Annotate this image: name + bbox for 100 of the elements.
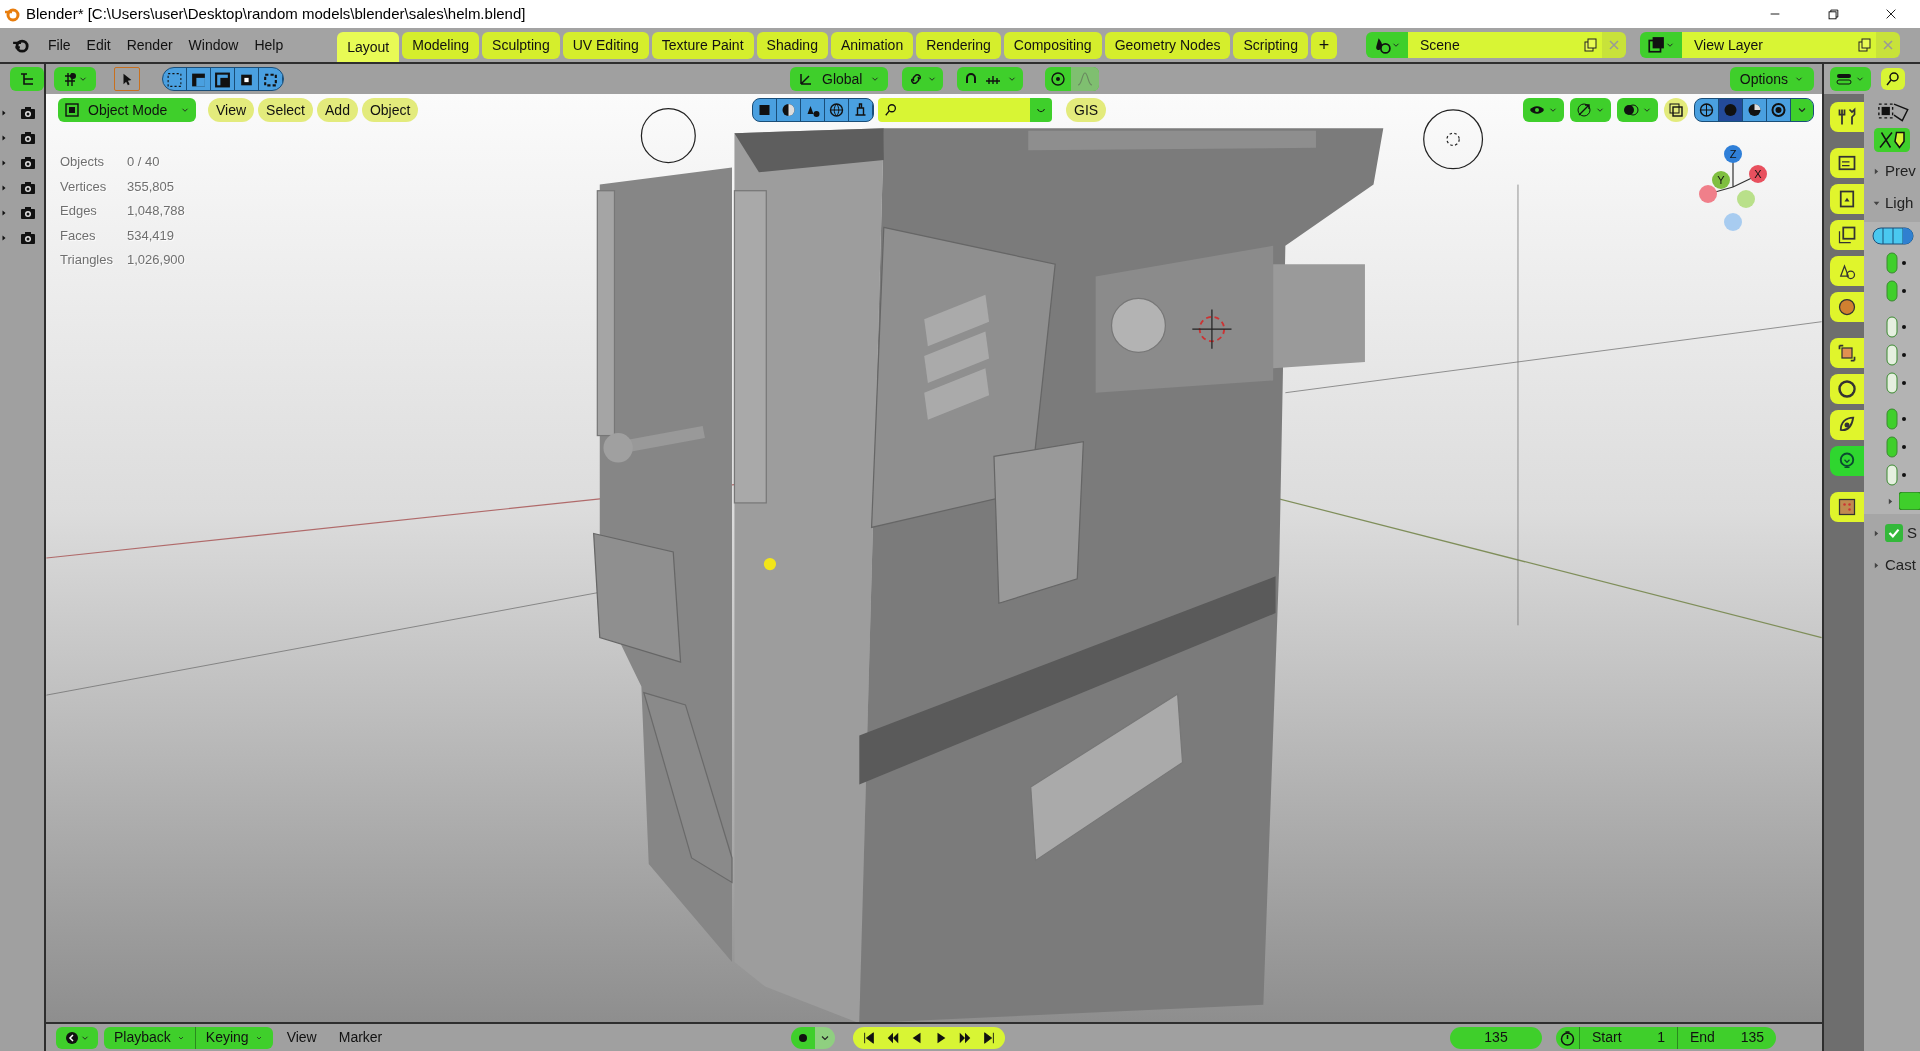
navigation-gizmo[interactable]: Z Y X	[1688, 142, 1778, 242]
properties-tab[interactable]	[1830, 184, 1864, 214]
selection-mode-toggle[interactable]	[162, 67, 284, 91]
collapsed-arrow-icon[interactable]	[1872, 166, 1881, 176]
properties-tab[interactable]	[1830, 292, 1864, 322]
properties-tab[interactable]	[1830, 410, 1864, 440]
collapsed-arrow-icon[interactable]	[1872, 528, 1881, 538]
panel-header[interactable]: S	[1907, 521, 1917, 545]
data-block-menu[interactable]	[1640, 32, 1682, 58]
properties-tab[interactable]	[1830, 374, 1864, 404]
camera-icon[interactable]	[20, 179, 36, 196]
panel-header[interactable]: Cast	[1885, 553, 1916, 577]
timeline-menu[interactable]: Keying	[195, 1026, 273, 1049]
workspace-tab[interactable]: Rendering	[916, 32, 1001, 59]
light-data-icon[interactable]	[1872, 128, 1912, 152]
camera-icon[interactable]	[20, 154, 36, 171]
pivot-point-dropdown[interactable]	[902, 67, 943, 91]
shading-mode-toggle[interactable]	[1694, 98, 1814, 122]
timeline-menu[interactable]: Playback	[104, 1026, 196, 1049]
camera-icon[interactable]	[20, 129, 36, 146]
object-type-filter[interactable]	[752, 98, 874, 122]
panel-header[interactable]: Ligh	[1885, 191, 1914, 215]
axis-handle[interactable]	[1724, 145, 1742, 163]
viewport-menu[interactable]: Select	[258, 98, 313, 122]
property-toggle-icon[interactable]	[1886, 252, 1908, 274]
editor-type-button[interactable]	[54, 67, 96, 91]
select-tool-button[interactable]	[114, 67, 140, 91]
editor-type-button[interactable]	[10, 67, 44, 91]
editor-type-button[interactable]	[1830, 67, 1871, 91]
camera-icon[interactable]	[20, 104, 36, 121]
workspace-tab[interactable]: Modeling	[402, 32, 480, 59]
scene-selector[interactable]: Scene	[1408, 32, 1578, 58]
viewport-menu[interactable]: View	[208, 98, 255, 122]
axis-handle[interactable]	[1724, 213, 1742, 231]
properties-tab[interactable]	[1830, 492, 1864, 522]
light-type-selector[interactable]	[1872, 226, 1916, 246]
axis-handle[interactable]	[1712, 171, 1730, 189]
transform-orientation-dropdown[interactable]: Global	[790, 67, 888, 91]
options-dropdown[interactable]: Options	[1729, 67, 1814, 91]
overlay-dropdown[interactable]	[1617, 98, 1658, 122]
x-ray-icon[interactable]	[1668, 102, 1684, 118]
menu-item[interactable]: Render	[118, 32, 181, 58]
viewport-menu[interactable]: Add	[317, 98, 358, 122]
timeline-menu[interactable]: Marker	[330, 1026, 391, 1049]
gizmo-dropdown[interactable]	[1570, 98, 1611, 122]
property-toggle-icon[interactable]	[1886, 344, 1908, 366]
properties-tab[interactable]	[1830, 446, 1864, 476]
editor-type-button[interactable]	[56, 1026, 98, 1049]
camera-icon[interactable]	[20, 229, 36, 246]
current-frame-field[interactable]: 135	[1450, 1026, 1542, 1049]
3d-viewport[interactable]: Object Mode View Select Add Object GIS Objects 0 / 40 Vertices 355,805 Edges 1,048,788 Faces 534,419 Triangles 1,026,900 Z Y X	[46, 94, 1822, 1022]
add-workspace-button[interactable]: +	[1310, 32, 1337, 59]
playback-controls[interactable]	[853, 1026, 1006, 1049]
menu-item[interactable]: Edit	[78, 32, 119, 58]
snapping-toggle[interactable]	[957, 67, 1023, 91]
collapsed-arrow-icon[interactable]	[1872, 560, 1881, 570]
proportional-editing-toggle[interactable]	[1045, 67, 1099, 91]
property-toggle-icon[interactable]	[1886, 408, 1908, 430]
view-layer-selector[interactable]: View Layer	[1682, 32, 1852, 58]
workspace-tab[interactable]: UV Editing	[562, 32, 649, 59]
workspace-tab[interactable]: Animation	[830, 32, 914, 59]
properties-tab[interactable]	[1830, 102, 1864, 132]
collapsed-arrow-icon[interactable]	[1886, 496, 1895, 506]
search-field[interactable]	[878, 98, 1030, 122]
axis-handle[interactable]	[1699, 185, 1717, 203]
camera-view-icon[interactable]	[640, 108, 696, 164]
property-toggle-icon[interactable]	[1886, 436, 1908, 458]
light-gizmo-icon[interactable]	[1423, 109, 1484, 170]
axis-handle[interactable]	[1737, 190, 1755, 208]
workspace-tab[interactable]: Compositing	[1003, 32, 1102, 59]
property-toggle-icon[interactable]	[1886, 316, 1908, 338]
search-icon[interactable]	[1884, 71, 1902, 87]
axis-handle[interactable]	[1749, 165, 1767, 183]
frame-range-field[interactable]: End 135	[1678, 1026, 1776, 1049]
color-swatch[interactable]	[1899, 492, 1920, 510]
frame-range-field[interactable]: Start 1	[1580, 1026, 1678, 1049]
mode-dropdown[interactable]: Object Mode	[58, 98, 196, 122]
gis-menu[interactable]: GIS	[1066, 98, 1107, 122]
property-toggle-icon[interactable]	[1886, 372, 1908, 394]
properties-tab[interactable]	[1830, 256, 1864, 286]
visibility-dropdown[interactable]	[1523, 98, 1564, 122]
workspace-tab[interactable]: Scripting	[1233, 32, 1308, 59]
checkbox[interactable]	[1885, 524, 1903, 542]
property-toggle-icon[interactable]	[1886, 280, 1908, 302]
properties-tab[interactable]	[1830, 148, 1864, 178]
workspace-tab[interactable]: Layout	[337, 32, 400, 62]
menu-item[interactable]: Help	[246, 32, 292, 58]
workspace-tab[interactable]: Texture Paint	[651, 32, 754, 59]
camera-icon[interactable]	[20, 204, 36, 221]
data-block-menu[interactable]	[1366, 32, 1408, 58]
stopwatch-icon[interactable]	[1559, 1029, 1576, 1046]
viewport-menu[interactable]: Object	[361, 98, 419, 122]
menu-item[interactable]: Window	[180, 32, 247, 58]
panel-header[interactable]: Prev	[1885, 159, 1916, 183]
workspace-tab[interactable]: Sculpting	[482, 32, 560, 59]
menu-item[interactable]: File	[40, 32, 79, 58]
workspace-tab[interactable]: Geometry Nodes	[1104, 32, 1231, 59]
property-toggle-icon[interactable]	[1886, 464, 1908, 486]
properties-tab[interactable]	[1830, 220, 1864, 250]
properties-tab[interactable]	[1830, 338, 1864, 368]
